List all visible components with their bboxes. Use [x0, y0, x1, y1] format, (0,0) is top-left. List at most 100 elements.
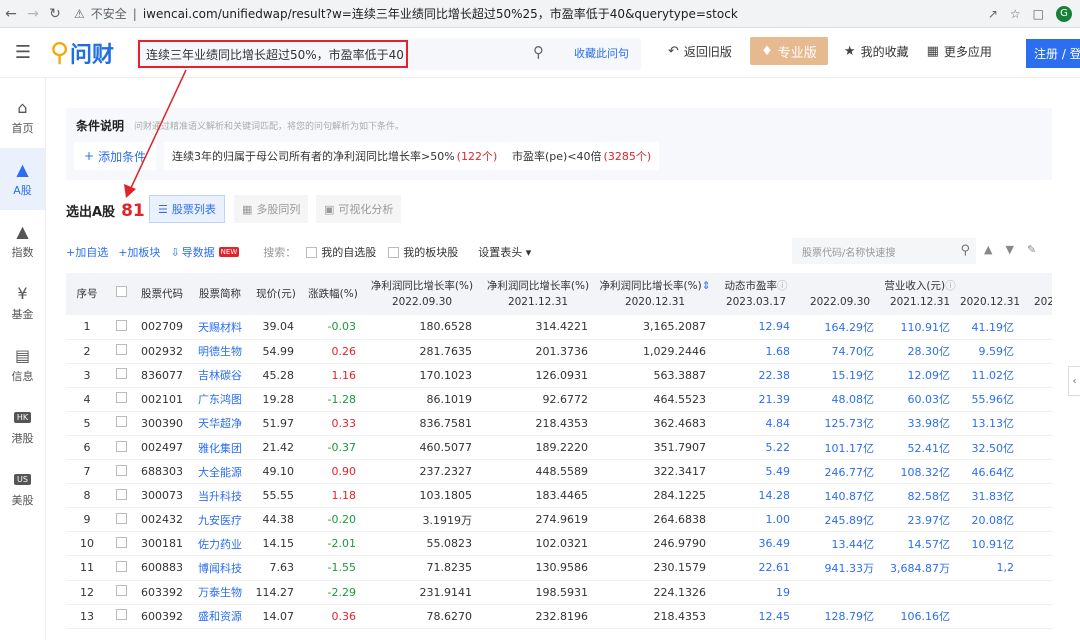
- url-text[interactable]: iwencai.com/unifiedwap/result?w=连续三年业绩同比…: [143, 5, 738, 22]
- stock-name[interactable]: 明德生物: [190, 339, 250, 364]
- checkbox-icon[interactable]: [115, 440, 127, 452]
- table-row[interactable]: 9 002432 九安医疗 44.38 -0.20 3.1919万 274.9619 264.…: [66, 507, 1052, 533]
- col-pe[interactable]: 动态市盈率ⓘ 2023.03.17: [714, 273, 798, 315]
- panel-icon[interactable]: □: [1033, 7, 1044, 21]
- checkbox-icon[interactable]: [115, 368, 127, 380]
- more-apps-button[interactable]: ▦ 更多应用: [927, 43, 992, 60]
- table-row[interactable]: 1 002709 天赐材料 39.04 -0.03 180.6528 314.4221 3,1…: [66, 315, 1052, 340]
- checkbox-icon[interactable]: [115, 319, 127, 331]
- row-checkbox[interactable]: [108, 315, 134, 340]
- query-input[interactable]: 连续三年业绩同比增长超过50%，市盈率低于40: [138, 40, 408, 68]
- row-checkbox[interactable]: [108, 339, 134, 364]
- stock-name[interactable]: 佐力药业: [190, 531, 250, 557]
- add-watch-button[interactable]: +加自选: [66, 244, 108, 260]
- stock-name[interactable]: 九安医疗: [190, 507, 250, 533]
- stock-name[interactable]: 博闻科技: [190, 555, 250, 581]
- reload-icon[interactable]: ↻: [44, 6, 66, 22]
- checkbox-icon[interactable]: [115, 392, 127, 404]
- stock-code[interactable]: 603392: [134, 580, 190, 605]
- back-old-button[interactable]: ↶ 返回旧版: [668, 43, 732, 60]
- row-checkbox[interactable]: [108, 387, 134, 412]
- help-icon[interactable]: ⓘ: [945, 280, 956, 292]
- add-block-button[interactable]: +加板块: [118, 244, 160, 260]
- stock-name[interactable]: 盛和资源: [190, 604, 250, 629]
- logo[interactable]: ⚲ 问财: [50, 37, 135, 69]
- row-checkbox[interactable]: [108, 507, 134, 533]
- stock-code[interactable]: 300073: [134, 483, 190, 509]
- sidebar-item-index[interactable]: ▲ 指数: [0, 210, 45, 272]
- col-rev-2020[interactable]: 2020.12.31: [958, 273, 1022, 315]
- table-row[interactable]: 10 300181 佐力药业 14.15 -2.01 55.0823 102.0321 246…: [66, 531, 1052, 557]
- checkbox-icon[interactable]: [115, 609, 127, 621]
- col-rev-2019[interactable]: 202: [1022, 273, 1052, 315]
- register-button[interactable]: 注册 / 登录: [1026, 39, 1080, 68]
- col-code[interactable]: 股票代码: [134, 273, 190, 315]
- col-np-2020[interactable]: 净利润同比增长率(%)⇕ 2020.12.31: [596, 273, 714, 315]
- my-block-dropdown[interactable]: 我的板块股: [388, 244, 458, 260]
- sidebar-item-info[interactable]: ▤ 信息: [0, 334, 45, 396]
- stock-code[interactable]: 600392: [134, 604, 190, 629]
- search-icon[interactable]: ⚲: [960, 243, 970, 258]
- stock-code[interactable]: 002432: [134, 507, 190, 533]
- table-row[interactable]: 5 300390 天华超净 51.97 0.33 836.7581 218.4353 362.…: [66, 411, 1052, 436]
- export-button[interactable]: ⇩ 导数据 NEW: [170, 244, 240, 260]
- tab-stock-list[interactable]: ☰ 股票列表: [149, 195, 225, 223]
- col-np-2021[interactable]: 净利润同比增长率(%) 2021.12.31: [480, 273, 596, 315]
- checkbox-icon[interactable]: [115, 286, 127, 297]
- table-row[interactable]: 13 600392 盛和资源 14.07 0.36 78.6270 232.8196 218.…: [66, 604, 1052, 629]
- table-row[interactable]: 11 600883 博闻科技 7.63 -1.55 71.8235 130.9586 230.…: [66, 555, 1052, 581]
- row-checkbox[interactable]: [108, 459, 134, 485]
- checkbox-icon[interactable]: [115, 416, 127, 428]
- collapse-handle-icon[interactable]: ‹: [1068, 366, 1080, 396]
- checkbox-icon[interactable]: [115, 585, 127, 597]
- stock-search-input[interactable]: 股票代码/名称快速搜 ⚲: [792, 238, 976, 264]
- col-name[interactable]: 股票简称: [190, 273, 250, 315]
- col-np-2022[interactable]: 净利润同比增长率(%) 2022.09.30: [364, 273, 480, 315]
- tab-visual-analysis[interactable]: ▣ 可视化分析: [316, 195, 402, 223]
- table-row[interactable]: 6 002497 雅化集团 21.42 -0.37 460.5077 189.2220 351…: [66, 435, 1052, 461]
- stock-name[interactable]: 当升科技: [190, 483, 250, 509]
- stock-name[interactable]: 大全能源: [190, 459, 250, 485]
- back-arrow-icon[interactable]: ←: [0, 6, 22, 22]
- row-checkbox[interactable]: [108, 411, 134, 436]
- search-icon[interactable]: ⚲: [533, 43, 544, 61]
- profile-avatar[interactable]: G: [1056, 5, 1072, 22]
- stock-name[interactable]: 雅化集团: [190, 435, 250, 461]
- stock-code[interactable]: 300181: [134, 531, 190, 557]
- row-checkbox[interactable]: [108, 435, 134, 461]
- col-rev-2021[interactable]: 营业收入(元)ⓘ 2021.12.31: [882, 273, 958, 315]
- sidebar-item-a-share[interactable]: ▲ A股: [0, 148, 45, 210]
- thumb-up-icon[interactable]: ▲: [984, 243, 992, 256]
- checkbox-icon[interactable]: [115, 512, 127, 524]
- sidebar-item-fund[interactable]: ¥ 基金: [0, 272, 45, 334]
- checkbox-icon[interactable]: [115, 488, 127, 500]
- row-checkbox[interactable]: [108, 363, 134, 388]
- fav-query-link[interactable]: 收藏此问句: [574, 45, 629, 61]
- row-checkbox[interactable]: [108, 555, 134, 581]
- edit-icon[interactable]: ✎: [1027, 243, 1036, 256]
- sidebar-item-hk[interactable]: HK 港股: [0, 396, 45, 458]
- table-row[interactable]: 7 688303 大全能源 49.10 0.90 237.2327 448.5589 322.…: [66, 459, 1052, 485]
- help-icon[interactable]: ⓘ: [777, 280, 788, 292]
- pro-button[interactable]: ♦ 专业版: [749, 37, 828, 65]
- checkbox-icon[interactable]: [115, 536, 127, 548]
- table-row[interactable]: 4 002101 广东鸿图 19.28 -1.28 86.1019 92.6772 464.5…: [66, 387, 1052, 412]
- stock-name[interactable]: 万泰生物: [190, 580, 250, 605]
- my-watch-checkbox[interactable]: 我的自选股: [306, 244, 376, 260]
- stock-code[interactable]: 300390: [134, 411, 190, 436]
- col-rev-2022[interactable]: 2022.09.30: [798, 273, 882, 315]
- table-row[interactable]: 2 002932 明德生物 54.99 0.26 281.7635 201.3736 1,02…: [66, 339, 1052, 364]
- header-setting-dropdown[interactable]: 设置表头 ▾: [478, 244, 531, 260]
- stock-code[interactable]: 836077: [134, 363, 190, 388]
- condition-chip[interactable]: 连续3年的归属于母公司所有者的净利润同比增长率>50% (122个): [164, 142, 506, 170]
- my-fav-button[interactable]: ★ 我的收藏: [844, 43, 909, 60]
- table-row[interactable]: 8 300073 当升科技 55.55 1.18 103.1805 183.4465 284.…: [66, 483, 1052, 509]
- table-row[interactable]: 3 836077 吉林碳谷 45.28 1.16 170.1023 126.0931 563.…: [66, 363, 1052, 388]
- sidebar-item-home[interactable]: ⌂ 首页: [0, 86, 45, 148]
- stock-name[interactable]: 天华超净: [190, 411, 250, 436]
- share-icon[interactable]: ↗: [988, 7, 998, 21]
- sort-icon[interactable]: ⇕: [702, 280, 711, 292]
- checkbox-icon[interactable]: [115, 344, 127, 356]
- col-change[interactable]: 涨跌幅(%): [302, 273, 364, 315]
- stock-code[interactable]: 002932: [134, 339, 190, 364]
